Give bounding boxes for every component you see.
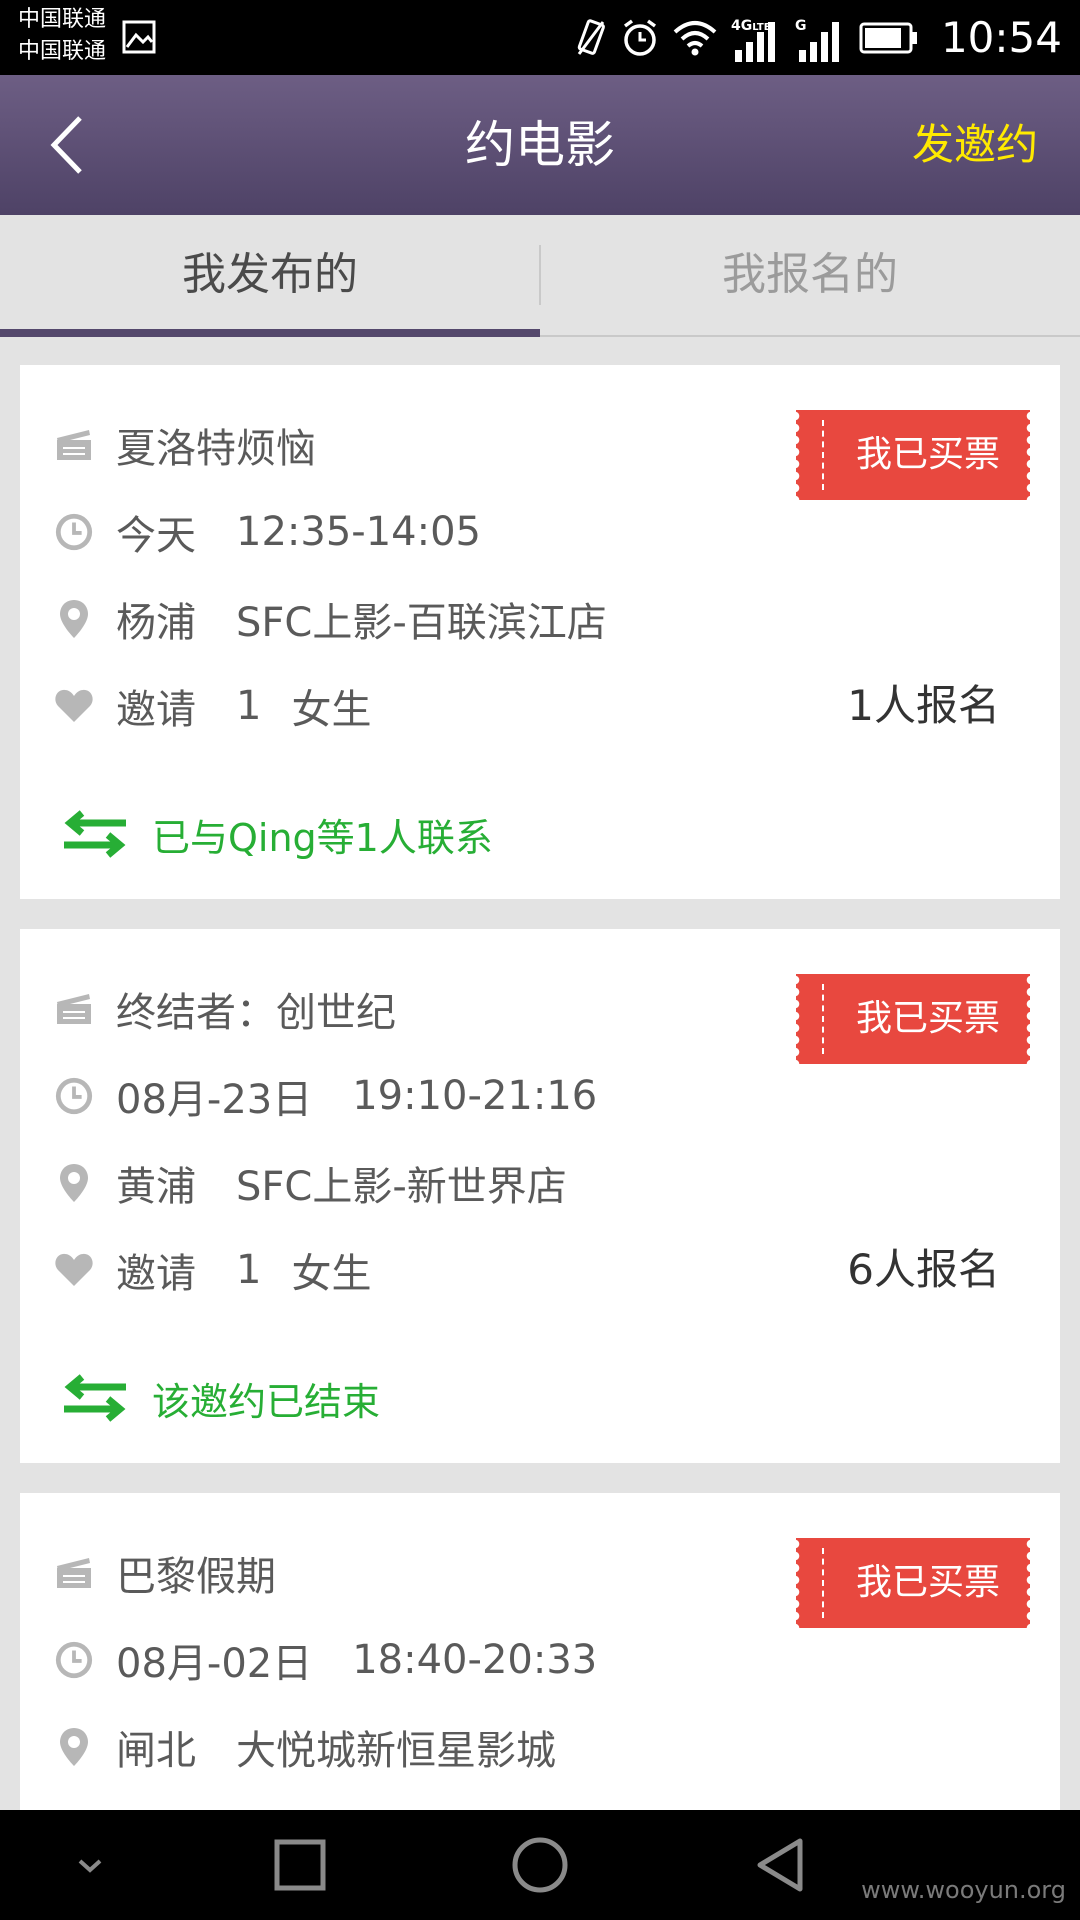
ticket-label: 我已买票 [855, 434, 1000, 475]
swap-arrows-icon [64, 1374, 126, 1422]
district: 黄浦 [116, 1164, 196, 1210]
time-range: 12:35-14:05 [236, 509, 481, 555]
status-icons: 4GLTE G 10:54 [575, 0, 1062, 75]
network-label-2: G [794, 17, 807, 34]
location-row: 闸北 大悦城新恒星影城 [54, 1717, 556, 1777]
time-row: 08月-02日 18:40-20:33 [54, 1630, 597, 1690]
wifi-icon [673, 20, 717, 55]
square-recents-icon[interactable] [270, 1835, 330, 1895]
time-row: 今天 12:35-14:05 [54, 502, 481, 562]
invite-label: 邀请 [116, 1251, 196, 1297]
tab-my-signed-up[interactable]: 我报名的 [540, 215, 1080, 335]
time-range: 19:10-21:16 [352, 1073, 598, 1119]
app-header: 约电影 发邀约 [0, 75, 1080, 215]
invitation-card[interactable]: 巴黎假期 我已买票 08月-02日 18:40-20:33 闸北 大悦城新恒星影… [20, 1493, 1060, 1833]
tab-bar: 我发布的 我报名的 [0, 215, 1080, 337]
clock-icon [54, 1076, 94, 1116]
invite-label: 邀请 [116, 687, 196, 733]
clock-icon [54, 512, 94, 552]
cinema-name: SFC上影-百联滨江店 [236, 600, 607, 646]
active-tab-indicator [0, 329, 540, 337]
district: 闸北 [116, 1728, 196, 1774]
circle-home-icon[interactable] [510, 1835, 570, 1895]
movie-title: 夏洛特烦恼 [116, 426, 316, 472]
date: 08月-23日 [116, 1077, 313, 1123]
signup-count: 6人报名 [847, 1245, 1000, 1294]
swap-arrows-icon [64, 810, 126, 858]
movie-title: 巴黎假期 [116, 1554, 276, 1600]
movie-row: 夏洛特烦恼 [54, 415, 316, 475]
movie-title: 终结者：创世纪 [116, 990, 396, 1036]
invite-gender: 女生 [291, 1251, 372, 1297]
battery-icon [859, 22, 917, 53]
carrier-1: 中国联通 [18, 7, 107, 32]
time-row: 08月-23日 19:10-21:16 [54, 1066, 597, 1126]
location-pin-icon [54, 1163, 94, 1203]
clapperboard-icon [54, 425, 94, 465]
cinema-name: SFC上影-新世界店 [236, 1164, 567, 1210]
ticket-bought-badge: 我已买票 [795, 974, 1031, 1064]
triangle-back-icon[interactable] [750, 1835, 810, 1895]
location-pin-icon [54, 599, 94, 639]
tab-my-posted[interactable]: 我发布的 [0, 215, 540, 335]
district: 杨浦 [116, 600, 196, 646]
invitation-card[interactable]: 夏洛特烦恼 我已买票 今天 12:35-14:05 杨浦 SFC上影-百联滨江店… [20, 365, 1060, 899]
clapperboard-icon [54, 989, 94, 1029]
invite-row: 邀请 1 女生 [54, 1240, 371, 1300]
movie-row: 巴黎假期 [54, 1543, 276, 1603]
contact-text: 该邀约已结束 [152, 1379, 381, 1424]
invitation-card[interactable]: 终结者：创世纪 我已买票 08月-23日 19:10-21:16 黄浦 SFC上… [20, 929, 1060, 1463]
chevron-down-icon[interactable] [60, 1835, 120, 1895]
status-bar: 中国联通 中国联通 4GLTE G 10:54 [0, 0, 1080, 75]
invite-row: 邀请 1 女生 [54, 676, 371, 736]
invite-count: 1 [236, 683, 262, 729]
clock-icon [54, 1640, 94, 1680]
cinema-name: 大悦城新恒星影城 [236, 1728, 556, 1774]
carrier-info: 中国联通 中国联通 [18, 4, 106, 68]
signup-count: 1人报名 [847, 681, 1000, 730]
network-label: 4GLTE [730, 17, 771, 34]
contact-status[interactable]: 该邀约已结束 [60, 1368, 380, 1428]
ticket-label: 我已买票 [855, 1562, 1000, 1603]
invite-count: 1 [236, 1247, 262, 1293]
post-invite-button[interactable]: 发邀约 [912, 75, 1038, 215]
ticket-bought-badge: 我已买票 [795, 410, 1031, 500]
clock: 10:54 [940, 13, 1062, 62]
ticket-bought-badge: 我已买票 [795, 1538, 1031, 1628]
system-nav-bar: www.wooyun.org [0, 1810, 1080, 1920]
alarm-icon [623, 19, 656, 56]
heart-icon [54, 1250, 94, 1290]
vibrate-icon [577, 18, 605, 55]
time-range: 18:40-20:33 [352, 1637, 598, 1683]
location-pin-icon [54, 1727, 94, 1767]
contact-status[interactable]: 已与Qing等1人联系 [60, 804, 493, 864]
carrier-2: 中国联通 [18, 39, 107, 64]
movie-row: 终结者：创世纪 [54, 979, 396, 1039]
ticket-label: 我已买票 [855, 998, 1000, 1039]
invite-gender: 女生 [291, 687, 372, 733]
clapperboard-icon [54, 1553, 94, 1593]
watermark: www.wooyun.org [861, 1876, 1066, 1904]
location-row: 杨浦 SFC上影-百联滨江店 [54, 589, 607, 649]
location-row: 黄浦 SFC上影-新世界店 [54, 1153, 567, 1213]
date: 今天 [116, 513, 196, 559]
gallery-icon [122, 20, 156, 54]
heart-icon [54, 686, 94, 726]
signal-4g: 4GLTE [731, 12, 781, 64]
contact-text: 已与Qing等1人联系 [152, 815, 493, 860]
signal-g: G [795, 12, 845, 64]
date: 08月-02日 [116, 1641, 313, 1687]
